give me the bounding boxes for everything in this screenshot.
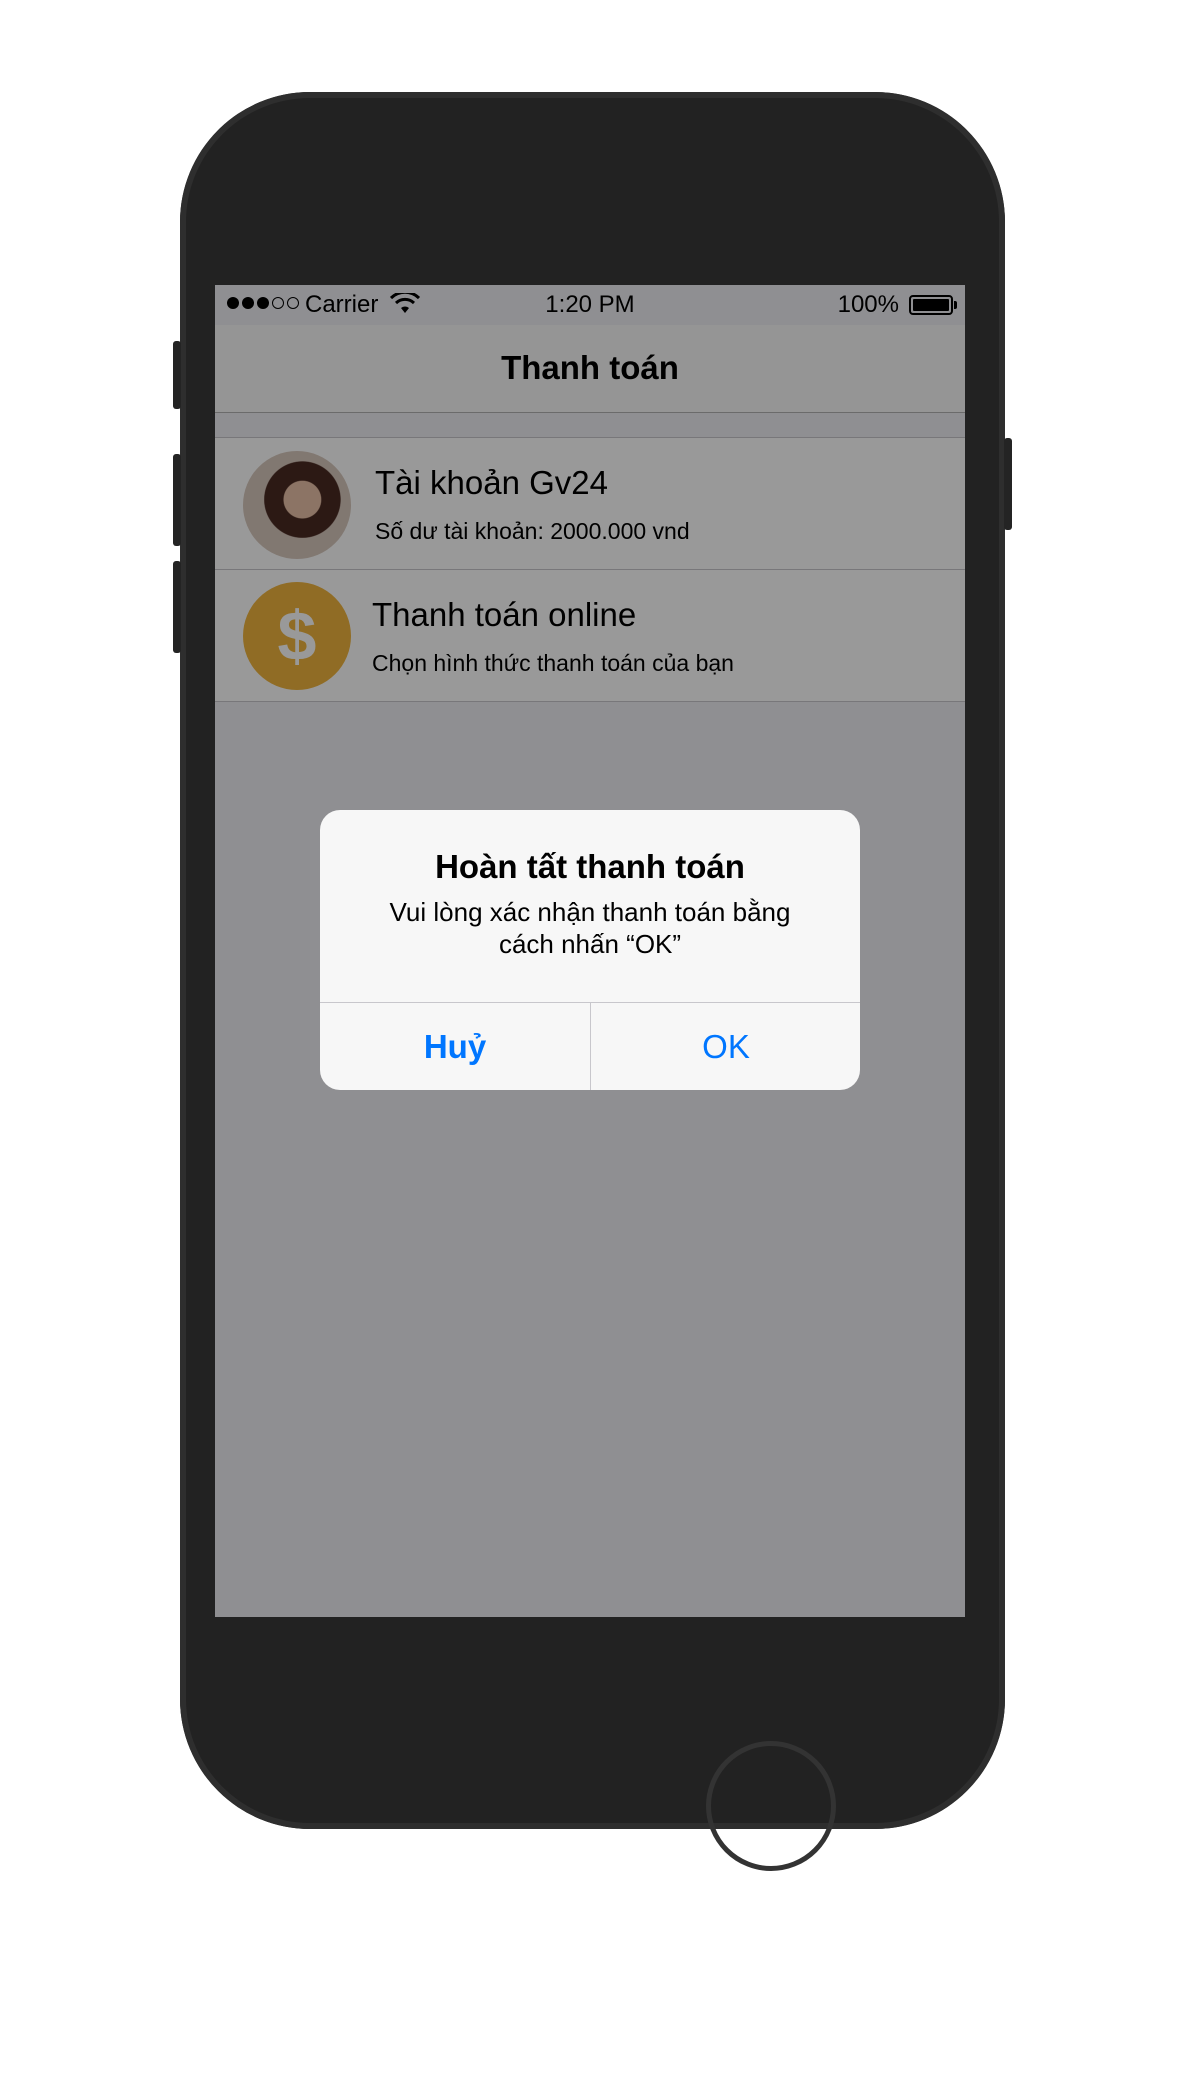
confirm-payment-alert: Hoàn tất thanh toán Vui lòng xác nhận th… — [320, 810, 860, 1090]
alert-title: Hoàn tất thanh toán — [435, 848, 745, 885]
volume-up-button[interactable] — [173, 454, 181, 546]
alert-message: Vui lòng xác nhận thanh toán bằng cách n… — [389, 897, 791, 959]
mute-switch[interactable] — [173, 341, 181, 409]
volume-down-button[interactable] — [173, 561, 181, 653]
power-button[interactable] — [1004, 438, 1012, 530]
screen: Carrier 1:20 PM 100% Thanh toán Tài khoả… — [215, 285, 965, 1617]
ok-button[interactable]: OK — [591, 1003, 860, 1090]
home-button[interactable] — [706, 1741, 836, 1871]
cancel-button[interactable]: Huỷ — [320, 1003, 590, 1090]
